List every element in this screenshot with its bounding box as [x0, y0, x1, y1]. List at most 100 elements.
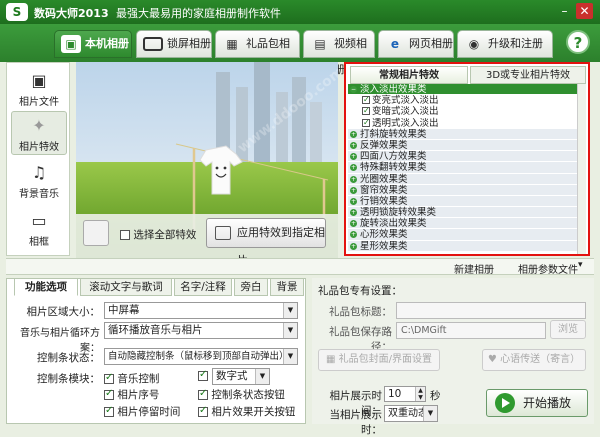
- effect-group[interactable]: + 光圈效果类: [348, 173, 580, 185]
- expand-icon[interactable]: +: [350, 209, 357, 217]
- album-size-select[interactable]: 中屏幕 ▼: [104, 302, 298, 319]
- effect-label: 旋转淡出效果类: [360, 218, 427, 230]
- chevron-down-icon: ▼: [423, 406, 437, 421]
- effect-group[interactable]: + 透明锁旋转效果类: [348, 207, 580, 219]
- sidebar-item-background-music[interactable]: ♫ 背景音乐: [11, 159, 67, 203]
- effect-group[interactable]: + 窗帘效果类: [348, 184, 580, 196]
- checkbox-box[interactable]: [198, 405, 208, 417]
- effect-label: 打斜旋转效果类: [360, 128, 427, 140]
- select-all-checkbox[interactable]: 选择全部特效: [120, 227, 196, 242]
- display-mode-select[interactable]: 双重动态 ▼: [384, 405, 438, 422]
- gift-path-input[interactable]: C:\DMGift: [396, 322, 546, 339]
- minimize-icon[interactable]: –: [556, 3, 573, 19]
- checkbox-box[interactable]: [362, 94, 370, 105]
- tab-background[interactable]: 背景: [270, 278, 304, 296]
- expand-icon[interactable]: +: [350, 231, 357, 239]
- digital-style-checkbox[interactable]: [198, 369, 208, 382]
- expand-icon[interactable]: +: [350, 186, 357, 194]
- chevron-down-icon: ▼: [283, 303, 297, 318]
- checkbox-box[interactable]: [104, 405, 114, 417]
- expand-icon[interactable]: +: [350, 220, 357, 228]
- checkbox-box[interactable]: [362, 105, 370, 116]
- checkbox-label: 相片停留时间: [117, 406, 181, 418]
- photo-duration-checkbox[interactable]: 相片停留时间: [104, 404, 180, 419]
- new-album-button[interactable]: 新建相册: [454, 261, 494, 276]
- tab-video-album[interactable]: ▤ 视频相册: [303, 30, 375, 76]
- control-state-button-checkbox[interactable]: 控制条状态按钮: [198, 387, 285, 402]
- tab-local-album[interactable]: ▣ 本机相册: [54, 30, 132, 58]
- collapse-icon[interactable]: −: [350, 86, 357, 93]
- checkbox-box[interactable]: [362, 117, 370, 128]
- effect-group[interactable]: + 打斜旋转效果类: [348, 128, 580, 140]
- effect-group[interactable]: + 旋转淡出效果类: [348, 218, 580, 230]
- tab-regular-effects[interactable]: 常规相片特效: [350, 66, 468, 84]
- checkbox-label: 相片效果开关按钮: [211, 406, 296, 418]
- sidebar-item-photo-effects[interactable]: ✦ 相片特效: [11, 111, 67, 155]
- effect-group[interactable]: + 心形效果类: [348, 229, 580, 241]
- expand-icon[interactable]: +: [350, 242, 357, 250]
- effect-group[interactable]: + 反弹效果类: [348, 139, 580, 152]
- tab-function-options[interactable]: 功能选项: [14, 278, 78, 296]
- start-play-button[interactable]: 开始播放: [486, 389, 588, 417]
- tab-upgrade-register[interactable]: ◉ 升级和注册: [457, 30, 553, 58]
- tab-label: 本机相册: [85, 37, 129, 50]
- control-bar-select[interactable]: 自动隐藏控制条（鼠标移到顶部自动弹出） ▼: [104, 348, 298, 365]
- effect-group[interactable]: − 淡入淡出效果类: [348, 84, 580, 96]
- expand-icon[interactable]: +: [350, 141, 357, 149]
- tab-narration[interactable]: 旁白: [234, 278, 268, 296]
- tab-3d-effects[interactable]: 3D或专业相片特效: [470, 66, 586, 84]
- photo-index-checkbox[interactable]: 相片序号: [104, 387, 159, 402]
- checkbox-box[interactable]: [198, 388, 208, 400]
- music-control-checkbox[interactable]: 音乐控制: [104, 371, 159, 386]
- sidebar-item-photo-files[interactable]: ▣ 相片文件: [11, 67, 67, 111]
- expand-icon[interactable]: +: [350, 130, 357, 138]
- gift-title-input[interactable]: [396, 302, 586, 319]
- effect-item[interactable]: 变暗式淡入淡出: [348, 105, 580, 118]
- effect-label: 变暗式淡入淡出: [372, 106, 439, 118]
- close-icon[interactable]: ✕: [576, 3, 593, 19]
- checkbox-box[interactable]: [104, 372, 114, 384]
- title-bar: S 数码大师2013 最强大最易用的家庭相册制作软件 – ✕: [0, 0, 600, 24]
- sidebar: ▣ 相片文件 ✦ 相片特效 ♫ 背景音乐 ▭ 相框: [6, 62, 70, 256]
- expand-icon[interactable]: +: [350, 164, 357, 172]
- effect-group[interactable]: + 特殊翻转效果类: [348, 162, 580, 174]
- expand-icon[interactable]: +: [350, 175, 357, 183]
- select-all-label: 选择全部特效: [133, 229, 197, 241]
- album-params-button[interactable]: 相册参数文件: [518, 261, 578, 276]
- tab-lockscreen-album[interactable]: 锁屏相册: [136, 30, 212, 58]
- tab-web-album[interactable]: e 网页相册: [378, 30, 454, 58]
- display-time-input[interactable]: 10 ▲ ▼: [384, 386, 426, 402]
- tab-gift-album[interactable]: ▦ 礼品包相册: [215, 30, 300, 76]
- expand-icon[interactable]: +: [350, 197, 357, 205]
- effect-item[interactable]: 变亮式淡入淡出: [348, 94, 580, 107]
- tab-names-notes[interactable]: 名字/注释: [174, 278, 232, 296]
- effect-group[interactable]: + 行销效果类: [348, 195, 580, 208]
- chevron-down-icon: ▼: [283, 323, 297, 338]
- effects-scrollbar[interactable]: [577, 84, 586, 254]
- blessing-message-button[interactable]: ♥ 心语传送（寄言）: [482, 349, 586, 371]
- effect-label: 光圈效果类: [360, 173, 408, 185]
- effect-group[interactable]: + 星形效果类: [348, 240, 580, 252]
- tab-label: 锁屏相册: [167, 37, 211, 50]
- chevron-down-icon[interactable]: ▾: [578, 260, 583, 270]
- tab-label: 网页相册: [409, 37, 453, 50]
- gift-icon: ▦: [226, 37, 238, 51]
- sidebar-item-frame[interactable]: ▭ 相框: [11, 207, 67, 251]
- tab-scroll-text[interactable]: 滚动文字与歌词: [80, 278, 172, 296]
- gift-cover-settings-button[interactable]: ▦ 礼品包封面/界面设置: [318, 349, 440, 371]
- effect-group[interactable]: + 四面八方效果类: [348, 151, 580, 163]
- digital-style-select[interactable]: 数字式 ▼: [212, 368, 270, 385]
- loop-select[interactable]: 循环播放音乐与相片 ▼: [104, 322, 298, 339]
- album-size-label: 相片区域大小：: [26, 306, 101, 318]
- checkbox-box[interactable]: [104, 388, 114, 400]
- apply-effects-button[interactable]: 应用特效到指定相片: [206, 218, 326, 267]
- effect-item[interactable]: 透明式淡入淡出: [348, 117, 580, 129]
- expand-icon[interactable]: +: [350, 153, 357, 161]
- effect-toggle-button-checkbox[interactable]: 相片效果开关按钮: [198, 404, 295, 419]
- spin-arrows-icon[interactable]: ▲ ▼: [415, 387, 425, 401]
- checkbox-box[interactable]: [120, 230, 130, 240]
- help-button[interactable]: ?: [566, 30, 590, 54]
- browse-button[interactable]: 浏览: [550, 320, 586, 339]
- checkbox-box[interactable]: [198, 369, 208, 381]
- effect-preview-button[interactable]: [83, 220, 109, 246]
